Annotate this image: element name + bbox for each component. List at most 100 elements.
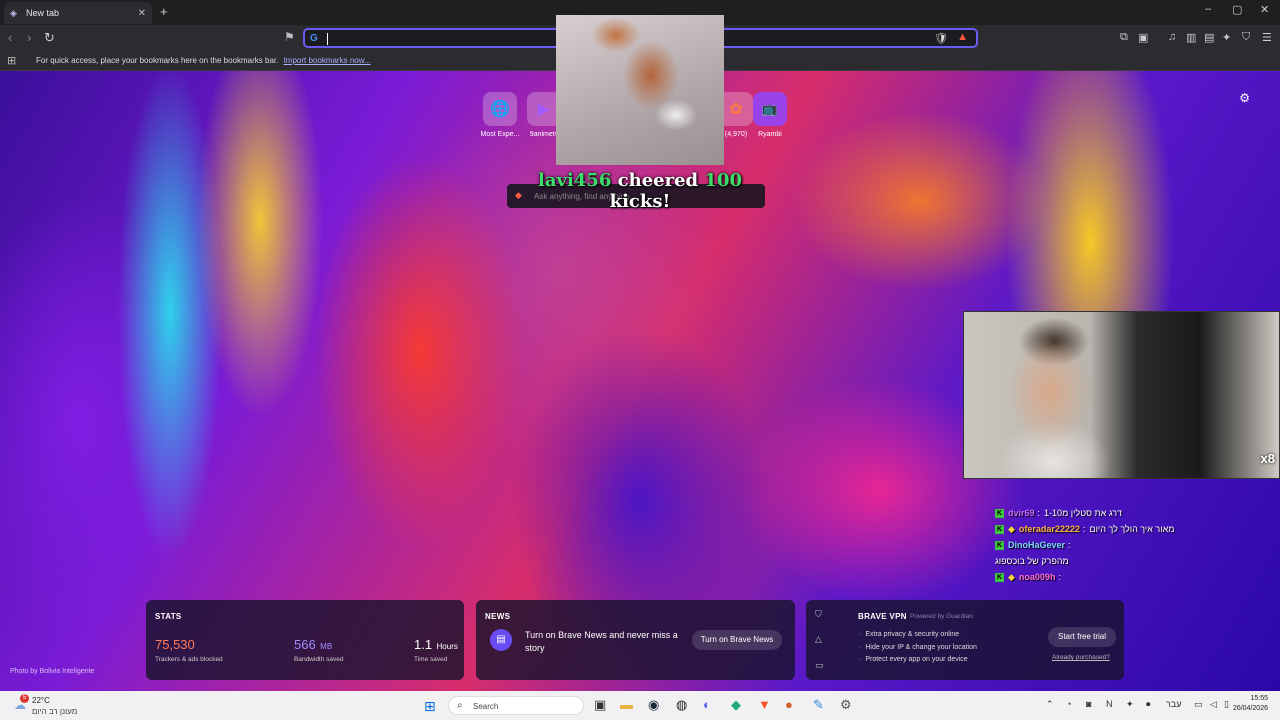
- settings-icon[interactable]: ⚙: [840, 697, 852, 713]
- wallet-icon[interactable]: ▣: [1138, 31, 1148, 44]
- chat-user: oferadar22222: [1018, 524, 1080, 534]
- file-explorer-icon[interactable]: ▬: [620, 697, 633, 712]
- clock-date: 26/04/2026: [1232, 705, 1268, 712]
- time-value: 1.1: [414, 637, 433, 652]
- bookmarks-hint: For quick access, place your bookmarks h…: [36, 56, 279, 65]
- start-free-trial-button[interactable]: Start free trial: [1048, 627, 1116, 647]
- newspaper-icon: ▤: [490, 629, 512, 651]
- battery-icon[interactable]: ▯: [1224, 699, 1229, 710]
- tray-app2-icon[interactable]: ◙: [1086, 699, 1091, 709]
- back-icon[interactable]: ‹: [8, 30, 12, 45]
- trackers-stat: 75,530 Trackers & ads blocked: [155, 636, 223, 663]
- tab-search-icon[interactable]: ▤: [1204, 31, 1214, 44]
- extensions-icon[interactable]: ⧉: [1120, 31, 1128, 44]
- vpn-device-icon: ▭: [815, 660, 824, 670]
- obs-icon[interactable]: ◍: [676, 697, 687, 713]
- network-icon[interactable]: ▭: [1194, 699, 1203, 710]
- clock[interactable]: 15:55 26/04/2026: [1233, 694, 1268, 714]
- kick-badge-icon: K: [995, 524, 1004, 534]
- steam-icon[interactable]: ◉: [648, 697, 659, 713]
- vpn-widget: ⛉ △ ▭ BRAVE VPN Powered by Guardian · Ext…: [806, 600, 1124, 680]
- photo-credit: Photo by Bolivia Inteligente: [10, 668, 95, 675]
- chat-user: noa009h: [1018, 572, 1056, 582]
- tab-close-icon[interactable]: ✕: [138, 8, 146, 19]
- weather-temp: 22°C: [32, 696, 50, 705]
- minimize-button[interactable]: –: [1205, 3, 1211, 15]
- vpn-powered-by: Powered by Guardian: [910, 613, 973, 620]
- brave-tab-icon: ◈: [10, 8, 17, 18]
- cheer-end: kicks!: [609, 191, 671, 212]
- chat-overlay: K dvir69: דרג את סטלין מ1-10 K ◆ oferada…: [995, 505, 1235, 585]
- maximize-button[interactable]: ▢: [1232, 3, 1242, 16]
- already-purchased-link[interactable]: Already purchased?: [1052, 654, 1110, 661]
- tray-app-icon[interactable]: ◔: [1066, 699, 1071, 709]
- vpn-shield-icon: ⛉: [815, 609, 822, 619]
- language-indicator[interactable]: עבר: [1166, 699, 1181, 709]
- bookmark-icon[interactable]: ⚑: [284, 30, 295, 44]
- kick-badge-icon: K: [995, 508, 1004, 518]
- top-site-0[interactable]: 🌐 Most Expe...: [477, 92, 523, 138]
- vpn-title: BRAVE VPN: [858, 612, 907, 621]
- news-widget: NEWS ▤ Turn on Brave News and never miss…: [476, 600, 795, 680]
- media-icon[interactable]: ♫: [1168, 31, 1176, 43]
- vpn-feature: Extra privacy & security online: [865, 631, 960, 638]
- weather-badge: 5: [20, 694, 29, 703]
- trackers-value: 75,530: [155, 637, 195, 652]
- stats-widget: STATS 75,530 Trackers & ads blocked 566 …: [146, 600, 464, 680]
- vpn-icon[interactable]: ⛉: [1242, 31, 1250, 44]
- cheer-amount: 100: [704, 170, 742, 191]
- windows-start-icon[interactable]: ⊞: [424, 698, 436, 715]
- cheer-user: lavi456: [538, 170, 612, 191]
- chat-user: DinoHaGever: [1008, 540, 1066, 550]
- apps-grid-icon[interactable]: ⊞: [7, 54, 16, 67]
- discord-icon[interactable]: ◐: [703, 697, 711, 712]
- cheer-mid: cheered: [617, 170, 699, 191]
- sidebar-icon[interactable]: ▥: [1186, 31, 1196, 44]
- top-site-label: Most Expe...: [480, 131, 520, 138]
- tray-app3-icon[interactable]: ✦: [1126, 699, 1134, 710]
- webcam-badge: x8: [1260, 451, 1275, 466]
- app-icon[interactable]: ◆: [731, 697, 741, 713]
- vpn-feature-list: · Extra privacy & security online · Hide y…: [858, 631, 977, 663]
- time-label: Time saved: [414, 656, 448, 663]
- app3-icon[interactable]: ✎: [813, 697, 824, 713]
- brave-icon[interactable]: ▼: [758, 697, 771, 712]
- reload-icon[interactable]: ↻: [44, 30, 55, 46]
- top-site-3[interactable]: 📺 Ryambi: [747, 92, 793, 138]
- top-site-icon: 🌐: [483, 92, 517, 126]
- chat-text: מהפרק של בוכספוג: [995, 556, 1069, 566]
- vpn-feature: Protect every app on your device: [865, 656, 968, 663]
- menu-icon[interactable]: ☰: [1262, 31, 1272, 44]
- new-tab-button[interactable]: +: [160, 4, 168, 19]
- leo-ai-icon[interactable]: ✦: [1222, 31, 1231, 44]
- brave-rewards-icon[interactable]: ▲: [957, 31, 968, 43]
- google-icon: G: [310, 33, 318, 44]
- tray-mic-icon[interactable]: ⏺: [1146, 699, 1151, 710]
- diamond-badge-icon: ◆: [1008, 571, 1015, 582]
- cheer-alert: lavi456 cheered 100 kicks!: [505, 170, 775, 212]
- import-bookmarks-link[interactable]: Import bookmarks now...: [284, 56, 371, 65]
- tab-new-tab[interactable]: ◈ New tab ✕: [4, 2, 152, 24]
- weather-desc: מעונן רב היום: [32, 707, 78, 716]
- tray-notion-icon[interactable]: N: [1106, 699, 1113, 709]
- chat-user: dvir69: [1008, 508, 1035, 518]
- taskbar-search[interactable]: ⌕ Search: [448, 696, 584, 715]
- turn-on-news-button[interactable]: Turn on Brave News: [692, 630, 782, 650]
- chat-message: מהפרק של בוכספוג: [995, 553, 1235, 569]
- cat-video-overlay: [556, 15, 724, 165]
- trackers-label: Trackers & ads blocked: [155, 656, 223, 663]
- volume-icon[interactable]: ◁: [1210, 699, 1217, 710]
- taskbar-search-label: Search: [473, 702, 499, 711]
- task-view-icon[interactable]: ▣: [594, 697, 606, 713]
- brave-shields-icon[interactable]: 🛡: [934, 32, 948, 45]
- taskbar: ☁ 5 22°C מעונן רב היום ⊞ ⌕ Search ▣ ▬ ◉ …: [0, 691, 1280, 720]
- tray-chevron-icon[interactable]: ⌃: [1046, 699, 1054, 710]
- app2-icon[interactable]: ●: [785, 697, 793, 712]
- close-window-button[interactable]: ✕: [1260, 3, 1269, 16]
- diamond-badge-icon: ◆: [1008, 523, 1015, 534]
- customize-gear-icon[interactable]: ⚙: [1239, 91, 1250, 105]
- kick-badge-icon: K: [995, 572, 1004, 582]
- forward-icon[interactable]: ›: [27, 30, 31, 45]
- stats-title: STATS: [155, 612, 182, 621]
- chat-text: מאור איך הולך לך היום: [1089, 524, 1175, 534]
